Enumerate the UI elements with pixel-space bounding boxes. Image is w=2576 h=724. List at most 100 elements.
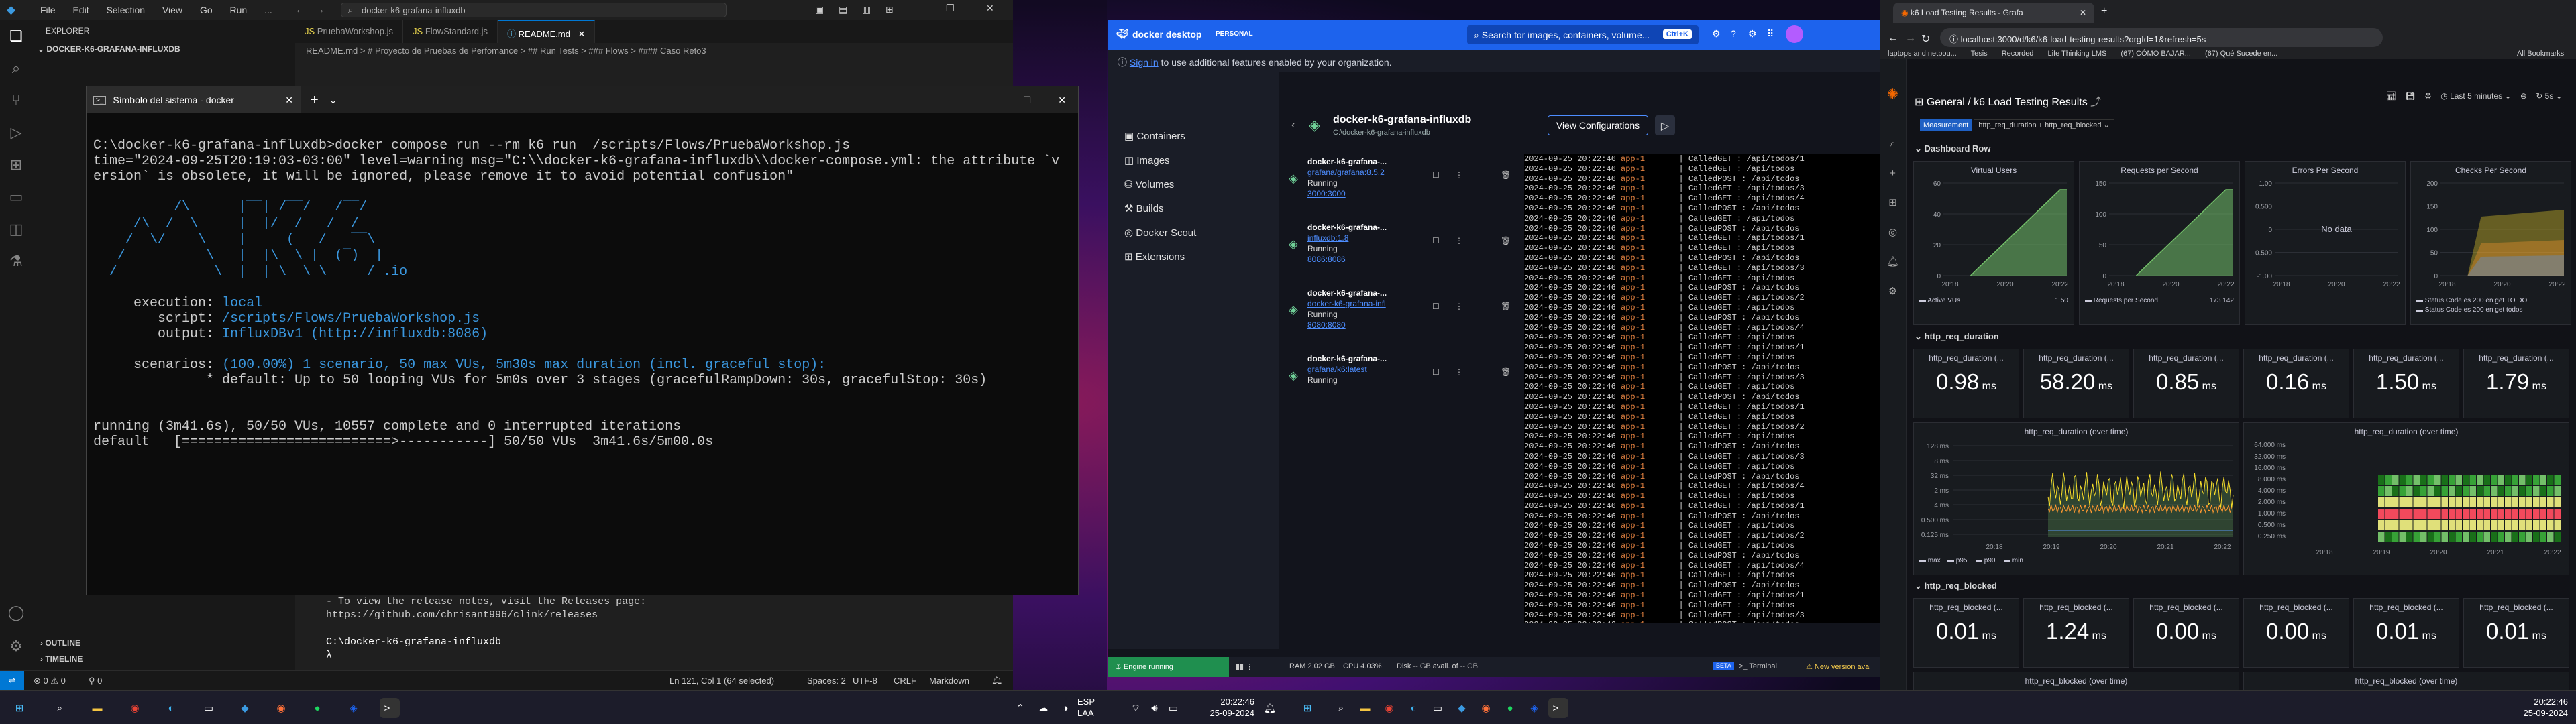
firefox-icon[interactable]: ◉ xyxy=(271,698,291,718)
graph-panel[interactable]: Requests per Second 150 100 50 0 20:18 20:20 20… xyxy=(2079,161,2240,325)
more-actions-icon[interactable]: ⋮ xyxy=(1455,367,1463,377)
restore-icon[interactable]: ❐ xyxy=(946,3,955,14)
container-port-link[interactable]: 8080:8080 xyxy=(1307,320,1346,330)
container-row[interactable]: ◈ docker-k6-grafana-... influxdb:1.8 Runnin… xyxy=(1279,219,1524,279)
menu-go[interactable]: Go xyxy=(200,5,213,15)
stat-panel-duration[interactable]: http_req_duration (... 1.79 ms xyxy=(2463,349,2569,418)
footer-controls-icon[interactable]: ▮▮ ⋮ xyxy=(1236,662,1253,671)
help-icon[interactable]: ? xyxy=(1731,28,1736,39)
nav-extensions[interactable]: ⊞ Extensions xyxy=(1124,245,1279,269)
nav-builds[interactable]: ⚒ Builds xyxy=(1124,197,1279,221)
encoding[interactable]: UTF-8 xyxy=(853,676,877,686)
delete-icon[interactable]: 🗑︎ xyxy=(1501,302,1511,311)
stat-panel-duration[interactable]: http_req_duration (... 58.20 ms xyxy=(2023,349,2129,418)
cmd-minimize-icon[interactable]: — xyxy=(987,95,996,105)
docker-search[interactable]: ⌕ Search for images, containers, volume.… xyxy=(1467,25,1699,44)
container-row[interactable]: ◈ docker-k6-grafana-... grafana/k6:latest R… xyxy=(1279,350,1524,410)
legend-entry[interactable]: ▬ Status Code es 200 en get TO DO xyxy=(2416,297,2528,304)
toggle-panel-icon[interactable]: ▤ xyxy=(839,4,847,15)
edge-icon[interactable]: ◐ xyxy=(161,698,181,718)
docker-taskbar-icon[interactable]: ◈ xyxy=(343,698,364,718)
outline-section[interactable]: › OUTLINE xyxy=(32,637,295,649)
blocked-graph-panel[interactable]: http_req_blocked (over time) xyxy=(2243,672,2569,690)
search-icon[interactable]: ⌕ xyxy=(50,698,70,718)
nav-images[interactable]: ◫ Images xyxy=(1124,149,1279,173)
container-row[interactable]: ◈ docker-k6-grafana-... grafana/grafana:8.… xyxy=(1279,153,1524,213)
terminal-icon[interactable]: ▭ xyxy=(199,698,219,718)
legend-entry[interactable]: ▬ p95 xyxy=(1947,557,1968,564)
ports-indicator[interactable]: ⚲ 0 xyxy=(89,676,102,686)
docker-icon[interactable]: ◫ xyxy=(0,213,32,245)
tab-pruebaworkshop[interactable]: JS PruebaWorkshop.js xyxy=(295,20,404,43)
container-image-link[interactable]: influxdb:1.8 xyxy=(1307,233,1348,243)
input-language[interactable]: ESP LAA xyxy=(1077,696,1108,719)
notifications-bell-icon[interactable]: 🔔︎ xyxy=(991,675,1003,686)
nav-docker-scout[interactable]: ◎ Docker Scout xyxy=(1124,221,1279,245)
legend-entry[interactable]: ▬ min xyxy=(2004,557,2023,564)
nav-forward-icon[interactable]: → xyxy=(315,4,325,15)
menu-run[interactable]: Run xyxy=(230,5,248,15)
apps-grid-icon[interactable]: ⠿ xyxy=(1767,28,1774,40)
delete-icon[interactable]: 🗑︎ xyxy=(1501,367,1511,377)
new-version-notice[interactable]: ⚠ New version avai xyxy=(1806,662,1871,671)
wifi-icon[interactable]: ⌔ xyxy=(1126,698,1146,718)
source-control-icon[interactable]: ⑂ xyxy=(0,84,32,117)
file-explorer-icon[interactable]: ▬ xyxy=(1355,698,1375,718)
menu-file[interactable]: File xyxy=(40,5,56,15)
container-image-link[interactable]: docker-k6-grafana-infl xyxy=(1307,299,1386,308)
search-view-icon[interactable]: ⌕ xyxy=(0,52,32,84)
nav-back-icon[interactable]: ← xyxy=(295,4,305,15)
spotify-icon[interactable]: ● xyxy=(307,698,327,718)
stat-panel-blocked[interactable]: http_req_blocked (... 0.01 ms xyxy=(1913,598,2019,668)
stop-icon[interactable]: ☐ xyxy=(1432,302,1440,311)
tab-readme[interactable]: ⓘ README.md ✕ xyxy=(498,20,596,43)
battery-icon[interactable]: ▭ xyxy=(1163,698,1183,718)
chrome-icon[interactable]: ◉ xyxy=(1379,698,1399,718)
run-debug-icon[interactable]: ▷ xyxy=(0,117,32,149)
account-icon[interactable]: ◯ xyxy=(0,597,32,629)
avatar[interactable] xyxy=(1786,25,1803,43)
terminal-button[interactable]: >_ Terminal xyxy=(1739,662,1777,670)
explorer-icon[interactable]: ❏ xyxy=(0,20,32,52)
stat-panel-blocked[interactable]: http_req_blocked (... 1.24 ms xyxy=(2023,598,2129,668)
graph-panel[interactable]: Checks Per Second 200 150 100 50 0 20:18 20:20 2… xyxy=(2410,161,2571,325)
settings-gear-icon[interactable]: ⚙ xyxy=(1748,28,1757,40)
vscode-taskbar-icon[interactable]: ◆ xyxy=(1452,698,1472,718)
stat-panel-blocked[interactable]: http_req_blocked (... 0.01 ms xyxy=(2353,598,2459,668)
stat-panel-blocked[interactable]: http_req_blocked (... 0.00 ms xyxy=(2243,598,2349,668)
onedrive-icon[interactable]: ☁ xyxy=(1033,698,1053,718)
terminal-icon[interactable]: ▭ xyxy=(1428,698,1448,718)
stat-panel-blocked[interactable]: http_req_blocked (... 0.00 ms xyxy=(2133,598,2239,668)
extensions-icon[interactable]: ⊞ xyxy=(0,149,32,181)
more-actions-icon[interactable]: ⋮ xyxy=(1455,302,1463,311)
clock-left[interactable]: 20:22:46 25-09-2024 xyxy=(1187,696,1255,719)
stat-panel-blocked[interactable]: http_req_blocked (... 0.01 ms xyxy=(2463,598,2569,668)
container-row[interactable]: ◈ docker-k6-grafana-... docker-k6-grafana-… xyxy=(1279,284,1524,345)
blocked-graph-panel[interactable]: http_req_blocked (over time) xyxy=(1913,672,2239,690)
stop-icon[interactable]: ☐ xyxy=(1432,367,1440,377)
signin-link[interactable]: Sign in xyxy=(1130,57,1159,68)
cmd-taskbar-icon[interactable]: >_ xyxy=(1548,698,1568,718)
legend-entry[interactable]: ▬ Status Code es 200 en get todos xyxy=(2416,306,2522,314)
stat-panel-duration[interactable]: http_req_duration (... 0.85 ms xyxy=(2133,349,2239,418)
integrated-terminal[interactable]: - To view the release notes, visit the R… xyxy=(326,595,646,662)
stop-icon[interactable]: ☐ xyxy=(1432,236,1440,245)
cmd-output[interactable]: C:\docker-k6-grafana-influxdb>docker com… xyxy=(87,113,1078,490)
cmd-maximize-icon[interactable]: ☐ xyxy=(1023,95,1032,106)
remote-explorer-icon[interactable]: ▭ xyxy=(0,181,32,213)
more-actions-icon[interactable]: ⋮ xyxy=(1455,170,1463,180)
more-actions-icon[interactable]: ⋮ xyxy=(1455,236,1463,245)
stop-icon[interactable]: ☐ xyxy=(1432,170,1440,180)
language-mode[interactable]: Markdown xyxy=(929,676,969,686)
cmd-tab-close-icon[interactable]: ✕ xyxy=(285,95,293,106)
cursor-position[interactable]: Ln 121, Col 1 (64 selected) xyxy=(669,676,774,686)
graph-panel[interactable]: Errors Per Second 1.00 0.500 0 -0.500 -1.00 20… xyxy=(2245,161,2406,325)
container-port-link[interactable]: 8086:8086 xyxy=(1307,255,1346,264)
new-tab-plus-icon[interactable]: + xyxy=(311,93,319,108)
delete-icon[interactable]: 🗑︎ xyxy=(1501,236,1511,245)
clock-right[interactable]: 20:22:46 25-09-2024 xyxy=(2501,696,2569,719)
vscode-taskbar-icon[interactable]: ◆ xyxy=(235,698,255,718)
view-configurations-button[interactable]: View Configurations xyxy=(1548,115,1648,135)
back-chevron-icon[interactable]: ‹ xyxy=(1291,119,1295,131)
play-icon[interactable]: ▷ xyxy=(1655,115,1675,135)
